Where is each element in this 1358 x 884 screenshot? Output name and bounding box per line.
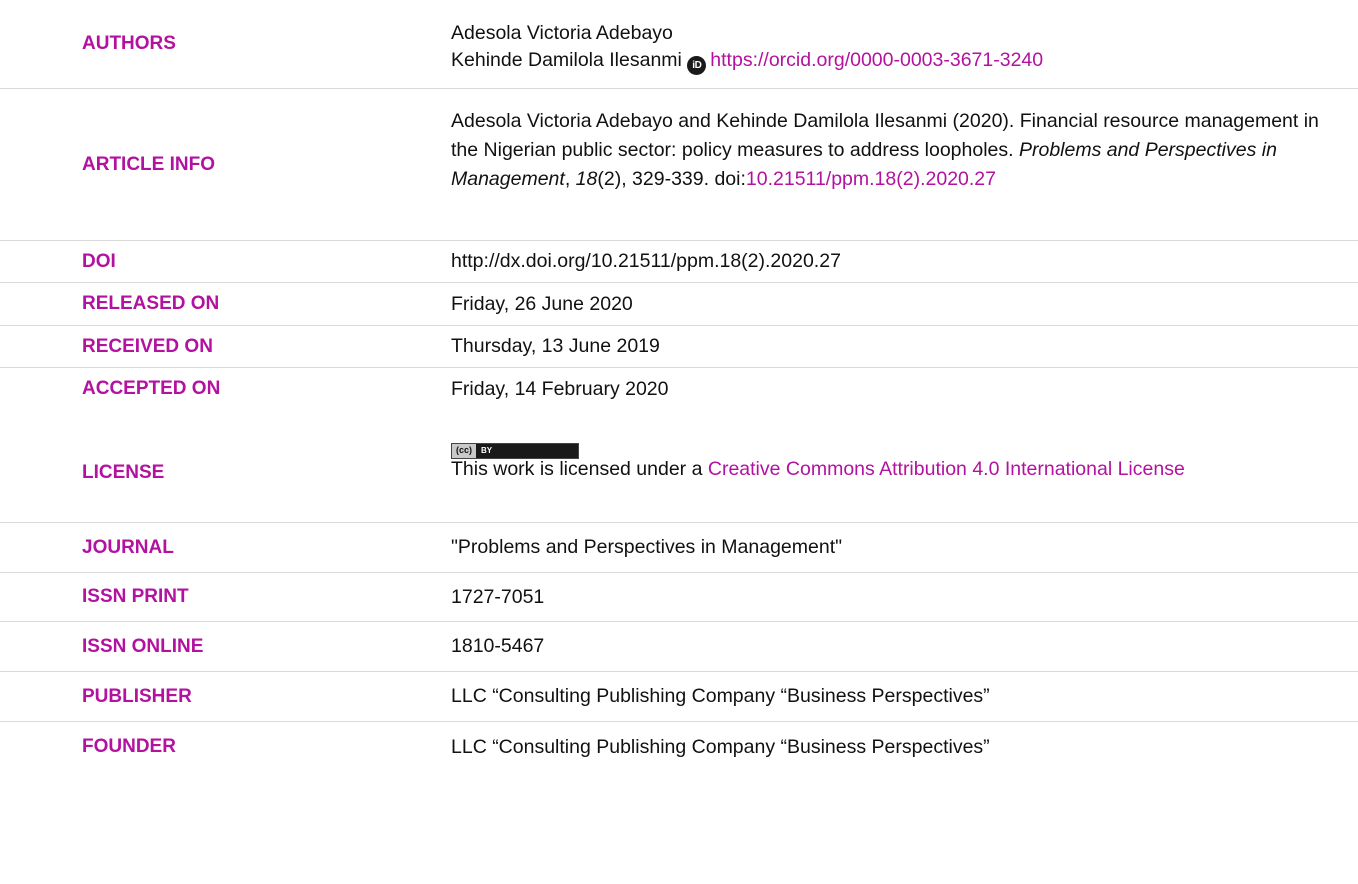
authors-row: AUTHORS Adesola Victoria Adebayo Kehinde…: [0, 0, 1358, 89]
license-intro: This work is licensed under a: [451, 458, 708, 480]
article-info-label: ARTICLE INFO: [82, 154, 215, 175]
received-row: RECEIVED ON Thursday, 13 June 2019: [0, 326, 1358, 368]
journal-label: JOURNAL: [82, 536, 174, 558]
license-text: This work is licensed under a Creative C…: [451, 455, 1348, 484]
issn-print-label: ISSN PRINT: [82, 586, 189, 607]
article-info-row: ARTICLE INFO Adesola Victoria Adebayo an…: [0, 89, 1358, 241]
citation-text: Adesola Victoria Adebayo and Kehinde Dam…: [451, 107, 1338, 194]
received-label: RECEIVED ON: [82, 335, 213, 357]
orcid-icon[interactable]: iD: [687, 56, 707, 75]
publisher-value: LLC “Consulting Publishing Company “Busi…: [451, 685, 990, 707]
accepted-label: ACCEPTED ON: [82, 378, 221, 399]
released-value: Friday, 26 June 2020: [451, 292, 633, 315]
article-info-sheet: AUTHORS Adesola Victoria Adebayo Kehinde…: [0, 0, 1358, 884]
founder-row: FOUNDER LLC “Consulting Publishing Compa…: [0, 722, 1358, 772]
doi-label: DOI: [82, 250, 116, 272]
doi-value: http://dx.doi.org/10.21511/ppm.18(2).202…: [451, 250, 841, 272]
authors-value: Adesola Victoria Adebayo Kehinde Damilol…: [451, 20, 1348, 75]
license-badge-wrap: (cc) BY: [451, 433, 1348, 459]
license-value: (cc) BY This work is licensed under a Cr…: [451, 433, 1348, 484]
author-line: Kehinde Damilola Ilesanmi iD https://orci…: [451, 47, 1348, 75]
issn-online-value: 1810-5467: [451, 635, 545, 657]
doi-row: DOI http://dx.doi.org/10.21511/ppm.18(2)…: [0, 241, 1358, 283]
released-label: RELEASED ON: [82, 293, 220, 314]
issn-print-value: 1727-7051: [451, 585, 545, 608]
citation-issue-pages: (2), 329-339.: [597, 168, 710, 190]
authors-label: AUTHORS: [82, 33, 176, 54]
doi-prefix: doi:: [714, 168, 746, 190]
license-link[interactable]: Creative Commons Attribution 4.0 Interna…: [708, 458, 1185, 480]
author-name: Kehinde Damilola Ilesanmi: [451, 49, 682, 71]
license-label: LICENSE: [82, 462, 165, 483]
publisher-row: PUBLISHER LLC “Consulting Publishing Com…: [0, 672, 1358, 722]
license-row: LICENSE (cc) BY This work is licensed un…: [0, 410, 1358, 523]
orcid-link[interactable]: https://orcid.org/0000-0003-3671-3240: [710, 49, 1043, 71]
founder-value: LLC “Consulting Publishing Company “Busi…: [451, 735, 990, 758]
citation-doi-link[interactable]: 10.21511/ppm.18(2).2020.27: [746, 168, 996, 190]
released-row: RELEASED ON Friday, 26 June 2020: [0, 283, 1358, 326]
issn-online-row: ISSN ONLINE 1810-5467: [0, 622, 1358, 672]
accepted-row: ACCEPTED ON Friday, 14 February 2020: [0, 368, 1358, 410]
citation-volume: 18: [575, 168, 598, 190]
issn-online-label: ISSN ONLINE: [82, 635, 204, 657]
issn-print-row: ISSN PRINT 1727-7051: [0, 573, 1358, 622]
publisher-label: PUBLISHER: [82, 685, 192, 707]
founder-label: FOUNDER: [82, 736, 176, 757]
accepted-value: Friday, 14 February 2020: [451, 377, 669, 400]
journal-row: JOURNAL "Problems and Perspectives in Ma…: [0, 523, 1358, 573]
journal-value: "Problems and Perspectives in Management…: [451, 536, 843, 558]
received-value: Thursday, 13 June 2019: [451, 335, 660, 357]
citation-comma: ,: [564, 168, 576, 190]
author-name: Adesola Victoria Adebayo: [451, 22, 673, 44]
